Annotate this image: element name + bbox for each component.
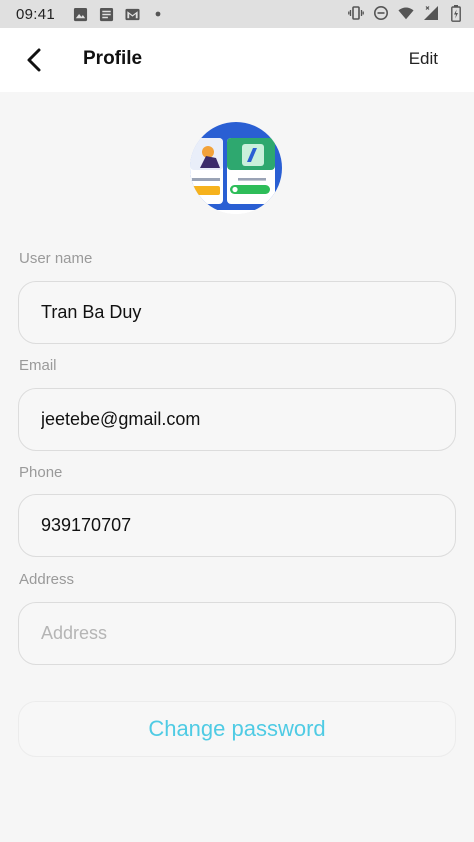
page-title: Profile — [83, 48, 143, 69]
username-field[interactable] — [19, 282, 455, 343]
vibrate-icon — [348, 5, 364, 21]
gmail-icon — [124, 6, 140, 22]
email-field-box — [18, 388, 456, 451]
email-label: Email — [19, 357, 57, 374]
username-label: User name — [19, 250, 93, 267]
profile-content: User name Email Phone Address Change pas… — [0, 92, 474, 842]
app-bar: Profile Edit — [0, 28, 474, 92]
address-field[interactable] — [19, 603, 455, 664]
news-icon — [98, 6, 114, 22]
phone-field-box — [18, 494, 456, 557]
edit-button[interactable]: Edit — [409, 49, 438, 69]
username-field-box — [18, 281, 456, 344]
phone-field[interactable] — [19, 495, 455, 556]
address-field-box — [18, 602, 456, 665]
email-field[interactable] — [19, 389, 455, 450]
address-label: Address — [19, 571, 75, 588]
chevron-left-icon — [27, 48, 41, 72]
signal-icon — [423, 5, 439, 21]
dnd-icon — [373, 5, 389, 21]
avatar[interactable] — [190, 122, 282, 214]
change-password-button[interactable]: Change password — [18, 701, 456, 757]
notification-icons — [72, 6, 166, 22]
status-bar: 09:41 — [0, 0, 474, 28]
image-icon — [72, 6, 88, 22]
status-time: 09:41 — [16, 6, 56, 23]
system-icons — [348, 4, 464, 22]
dot-icon — [150, 6, 166, 22]
battery-icon — [448, 4, 464, 22]
phone-label: Phone — [19, 464, 63, 481]
back-button[interactable] — [18, 42, 50, 78]
wifi-icon — [398, 5, 414, 21]
